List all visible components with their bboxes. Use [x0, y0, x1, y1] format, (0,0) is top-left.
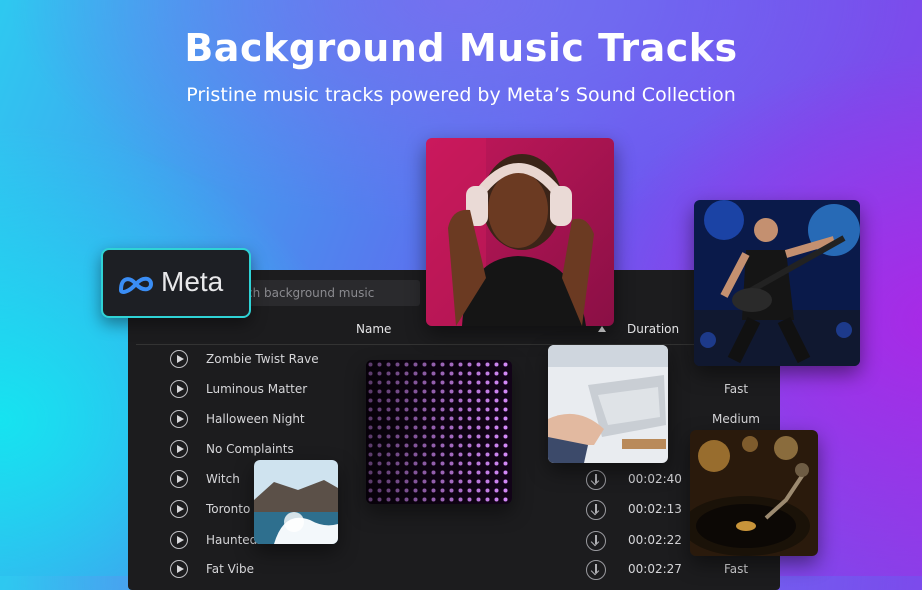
column-duration-header[interactable]: Duration — [627, 322, 679, 336]
column-name-header[interactable]: Name — [356, 322, 391, 336]
download-icon[interactable] — [586, 500, 606, 520]
turntable-photo — [690, 430, 818, 556]
track-duration: 00:02:13 — [628, 502, 682, 516]
play-icon[interactable] — [170, 531, 188, 549]
track-tempo: Fast — [724, 382, 749, 396]
track-name: Halloween Night — [206, 412, 305, 426]
led-wall-photo — [366, 360, 512, 504]
track-duration: 00:02:27 — [628, 562, 682, 576]
track-tempo: Fast — [724, 562, 749, 576]
track-name: Witch — [206, 472, 240, 486]
track-name: Toronto — [206, 502, 251, 516]
track-tempo: Medium — [712, 412, 760, 426]
meta-wordmark: Meta — [161, 266, 224, 297]
download-icon[interactable] — [586, 531, 606, 551]
play-icon[interactable] — [170, 350, 188, 368]
hero-subtitle: Pristine music tracks powered by Meta’s … — [186, 84, 736, 106]
meta-infinity-icon — [118, 276, 154, 294]
play-icon[interactable] — [170, 500, 188, 518]
woman-headphones-photo — [426, 138, 614, 326]
laptop-typing-photo — [548, 345, 668, 463]
play-icon[interactable] — [170, 470, 188, 488]
table-row[interactable]: Haunted Funhouse 00:02:22 — [128, 527, 780, 557]
play-icon[interactable] — [170, 440, 188, 458]
guitarist-concert-photo — [694, 200, 860, 366]
track-name: No Complaints — [206, 442, 294, 456]
meta-brand-badge: Meta — [101, 248, 251, 318]
track-duration: 00:02:22 — [628, 533, 682, 547]
ocean-wave-photo — [254, 460, 338, 544]
download-icon[interactable] — [586, 470, 606, 490]
track-duration: 00:02:40 — [628, 472, 682, 486]
table-row[interactable]: Fat Vibe 00:02:27 Fast — [128, 556, 780, 586]
sort-ascending-icon[interactable] — [598, 326, 606, 332]
track-name: Zombie Twist Rave — [206, 352, 319, 366]
search-placeholder: ch background music — [246, 286, 375, 300]
download-icon[interactable] — [586, 560, 606, 580]
play-icon[interactable] — [170, 410, 188, 428]
play-icon[interactable] — [170, 560, 188, 578]
track-name: Fat Vibe — [206, 562, 254, 576]
hero-title: Background Music Tracks — [184, 26, 738, 70]
header-divider — [136, 344, 780, 345]
play-icon[interactable] — [170, 380, 188, 398]
track-name: Luminous Matter — [206, 382, 308, 396]
